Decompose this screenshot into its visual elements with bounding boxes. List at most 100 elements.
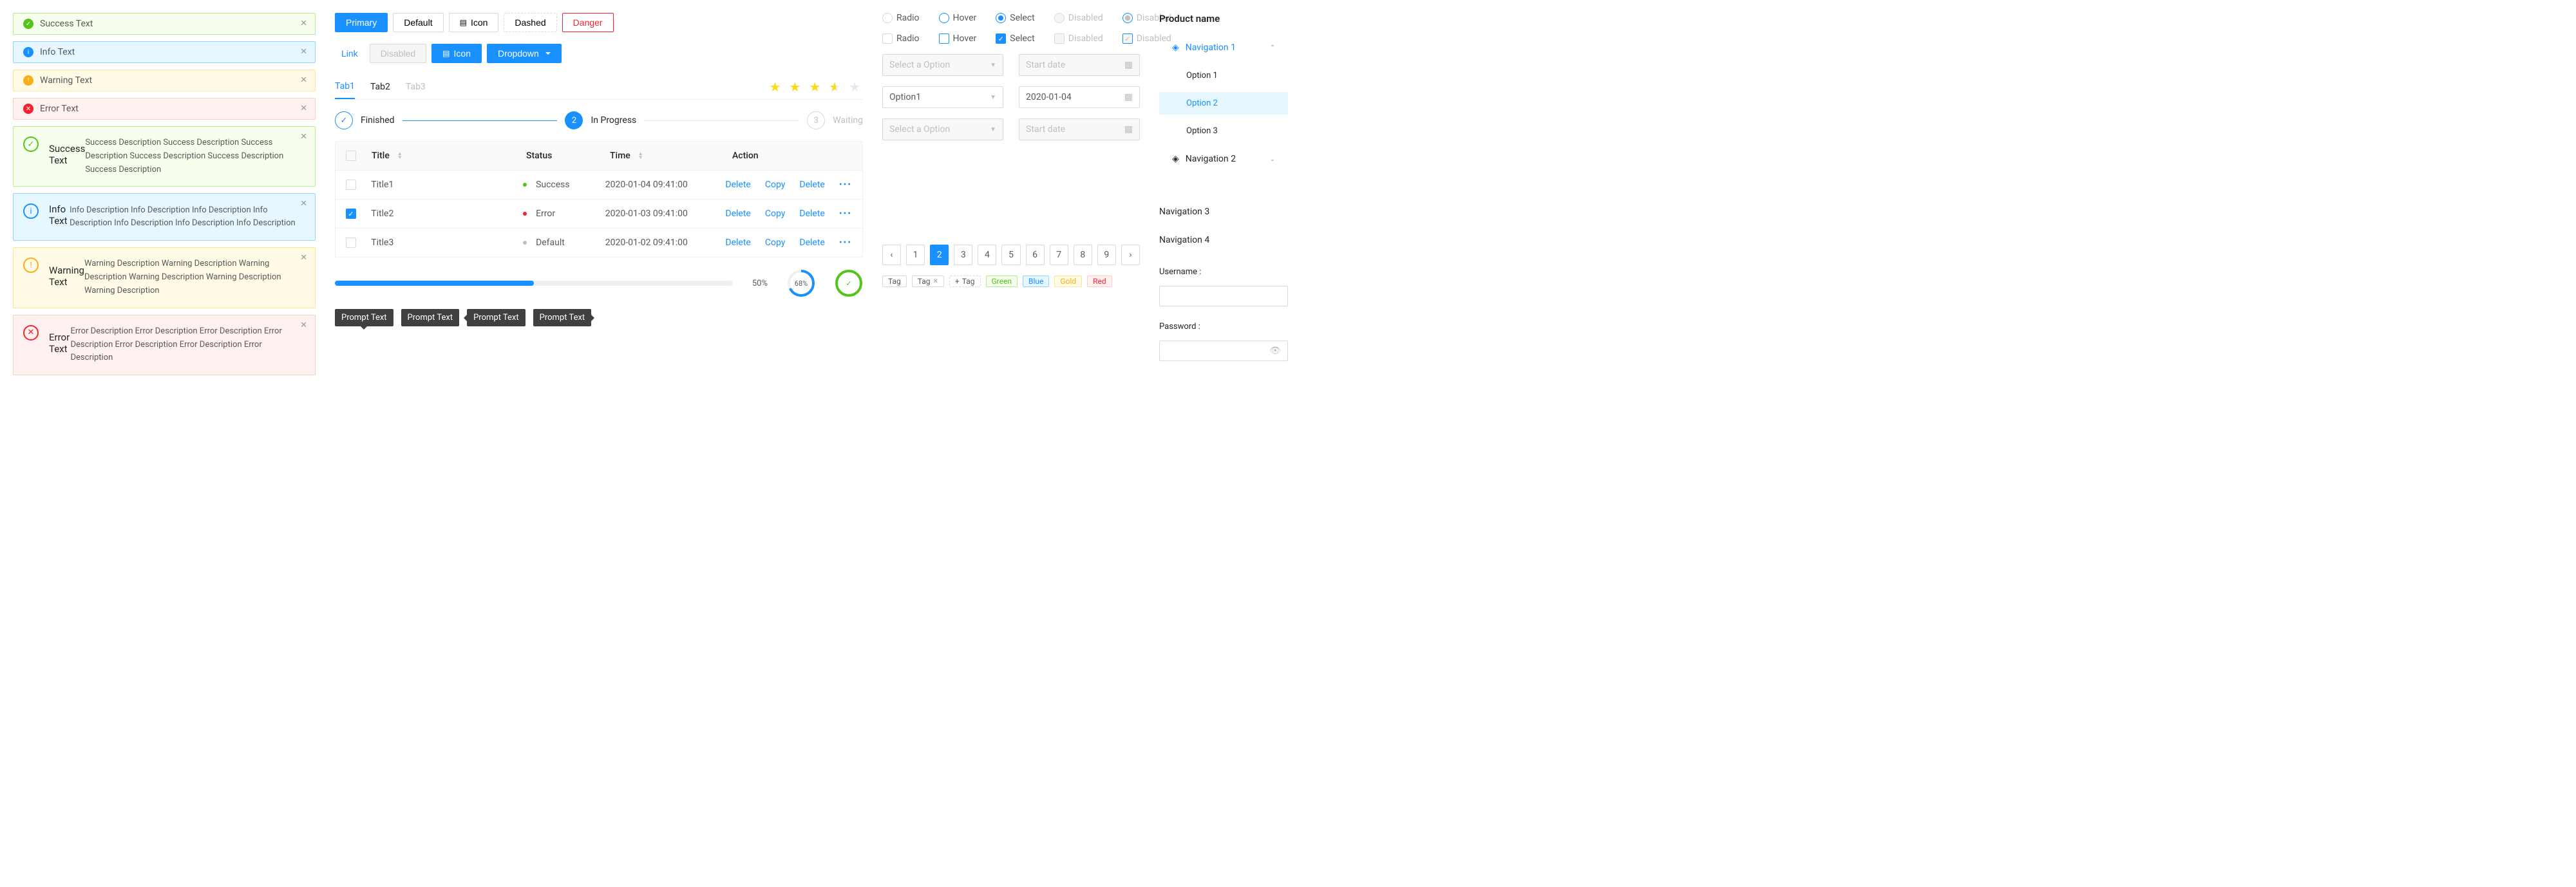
dropdown-button[interactable]: Dropdown: [487, 44, 562, 63]
pag-6[interactable]: 6: [1026, 245, 1045, 265]
nav-item-3[interactable]: Navigation 3: [1159, 200, 1288, 223]
delete-link[interactable]: Delete: [725, 238, 750, 248]
select-placeholder[interactable]: Select a Option▼: [882, 54, 1003, 76]
close-icon[interactable]: ✕: [300, 253, 307, 263]
delete-link[interactable]: Delete: [725, 180, 750, 190]
copy-link[interactable]: Copy: [765, 238, 786, 248]
radio-selected[interactable]: Select: [996, 13, 1034, 23]
date-placeholder[interactable]: Start date▦: [1019, 118, 1140, 140]
progress-circle-text: 68%: [787, 269, 815, 297]
select-value[interactable]: Option1▼: [882, 86, 1003, 108]
close-icon[interactable]: ✕: [300, 199, 307, 209]
pag-5[interactable]: 5: [1001, 245, 1020, 265]
copy-link[interactable]: Copy: [765, 180, 786, 190]
tag-add[interactable]: + Tag: [949, 275, 981, 287]
alert-warning: ! Warning Text ✕: [13, 70, 316, 91]
tag-blue[interactable]: Blue: [1023, 275, 1049, 287]
close-icon[interactable]: ✕: [300, 47, 307, 57]
step-line: [644, 120, 799, 121]
step-1-icon: ✓: [335, 111, 353, 129]
step-3-icon: 3: [807, 111, 825, 129]
close-icon[interactable]: ✕: [300, 132, 307, 142]
more-icon[interactable]: •••: [839, 180, 852, 190]
close-icon[interactable]: ✕: [300, 75, 307, 85]
pag-2[interactable]: 2: [930, 245, 949, 265]
nav-option-3[interactable]: Option 3: [1159, 120, 1288, 142]
delete-link[interactable]: Delete: [799, 238, 824, 248]
checkbox-hover[interactable]: Hover: [939, 33, 977, 44]
tags-row: Tag Tag✕ + Tag Green Blue Gold Red: [882, 275, 1140, 287]
icon-button[interactable]: ▤Icon: [449, 13, 499, 32]
delete-link[interactable]: Delete: [799, 209, 824, 219]
alerts-column: ✓ Success Text ✕ i Info Text ✕ ! Warning…: [13, 13, 316, 375]
nav-column: Product name ◈Navigation 1⌃ Option 1 Opt…: [1159, 13, 1288, 375]
tag-gold[interactable]: Gold: [1054, 275, 1082, 287]
row-checkbox[interactable]: [346, 238, 356, 248]
pag-next[interactable]: ›: [1121, 245, 1140, 265]
tag-default[interactable]: Tag: [882, 275, 907, 287]
delete-link[interactable]: Delete: [725, 209, 750, 219]
nav-item-4[interactable]: Navigation 4: [1159, 229, 1288, 252]
compass-icon: ◈: [1172, 42, 1179, 53]
nav-option-2[interactable]: Option 2: [1159, 92, 1288, 115]
row-checkbox[interactable]: ✓: [346, 209, 356, 219]
username-input[interactable]: [1159, 286, 1288, 306]
link-button[interactable]: Link: [335, 44, 365, 63]
calendar-icon: ▦: [1124, 92, 1133, 102]
progress-circle: 68%: [787, 269, 815, 297]
pag-7[interactable]: 7: [1050, 245, 1068, 265]
password-input[interactable]: 👁: [1159, 341, 1288, 361]
rate[interactable]: ★ ★ ★ ★★ ★: [769, 79, 863, 95]
pag-1[interactable]: 1: [906, 245, 925, 265]
sort-icon[interactable]: ▲▼: [397, 152, 402, 160]
checkbox-disabled: Disabled: [1054, 33, 1103, 44]
delete-link[interactable]: Delete: [799, 180, 824, 190]
password-label: Password :: [1159, 322, 1288, 331]
radio-default[interactable]: Radio: [882, 13, 920, 23]
sort-icon[interactable]: ▲▼: [638, 152, 643, 160]
primary-button[interactable]: Primary: [335, 13, 388, 32]
status-dot-icon: [523, 183, 527, 187]
button-row-2: Link Disabled ▤Icon Dropdown: [335, 44, 863, 63]
progress-row: 50% 68% ✓: [335, 269, 863, 297]
date-placeholder[interactable]: Start date▦: [1019, 54, 1140, 76]
tag-red[interactable]: Red: [1087, 275, 1112, 287]
select-placeholder[interactable]: Select a Option▼: [882, 118, 1003, 140]
icon-button-primary[interactable]: ▤Icon: [431, 44, 482, 63]
copy-link[interactable]: Copy: [765, 209, 786, 219]
close-icon[interactable]: ✕: [300, 19, 307, 28]
eye-icon[interactable]: 👁: [1269, 346, 1281, 356]
alert-description: Info Description Info Description Info D…: [70, 204, 305, 231]
checkbox-selected[interactable]: ✓Select: [996, 33, 1034, 44]
row-checkbox[interactable]: [346, 180, 356, 190]
default-button[interactable]: Default: [393, 13, 443, 32]
nav-item-2[interactable]: ◈Navigation 2⌄: [1159, 147, 1288, 171]
more-icon[interactable]: •••: [839, 209, 852, 219]
steps: ✓ Finished 2 In Progress 3 Waiting: [335, 111, 863, 129]
close-icon[interactable]: ✕: [300, 321, 307, 330]
tag-closable[interactable]: Tag✕: [912, 275, 944, 287]
tab-2[interactable]: Tab2: [370, 75, 390, 98]
close-icon[interactable]: ✕: [300, 104, 307, 113]
nav-option-1[interactable]: Option 1: [1159, 64, 1288, 87]
pag-8[interactable]: 8: [1074, 245, 1092, 265]
radio-hover[interactable]: Hover: [939, 13, 977, 23]
tab-1[interactable]: Tab1: [335, 75, 355, 99]
date-value[interactable]: 2020-01-04▦: [1019, 86, 1140, 108]
button-row-1: Primary Default ▤Icon Dashed Danger: [335, 13, 863, 32]
nav-item-1[interactable]: ◈Navigation 1⌃: [1159, 36, 1288, 59]
danger-button[interactable]: Danger: [562, 13, 614, 32]
pag-prev[interactable]: ‹: [882, 245, 901, 265]
dashed-button[interactable]: Dashed: [504, 13, 556, 32]
pag-9[interactable]: 9: [1097, 245, 1116, 265]
more-icon[interactable]: •••: [839, 238, 852, 248]
checkbox-default[interactable]: Radio: [882, 33, 920, 44]
pag-4[interactable]: 4: [978, 245, 996, 265]
close-icon[interactable]: ✕: [933, 278, 938, 285]
alert-title: Info Text: [49, 203, 70, 227]
pag-3[interactable]: 3: [954, 245, 972, 265]
cell-status: Error: [523, 209, 605, 219]
tag-green[interactable]: Green: [986, 275, 1018, 287]
table-row: Title1 Success 2020-01-04 09:41:00 Delet…: [336, 170, 862, 199]
checkbox-all[interactable]: [346, 151, 356, 161]
